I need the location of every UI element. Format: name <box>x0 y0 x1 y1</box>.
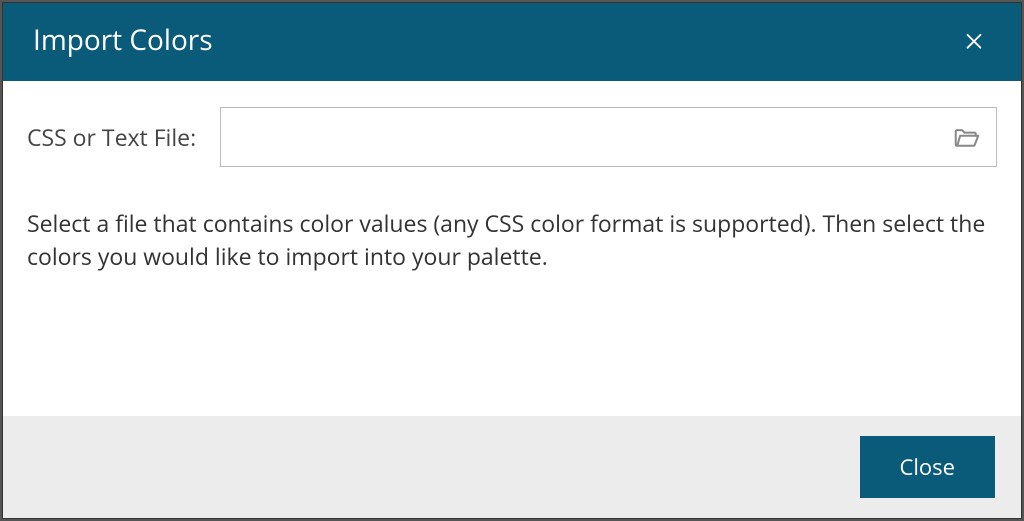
close-icon[interactable] <box>955 25 993 55</box>
import-colors-dialog: Import Colors CSS or Text File: Select a… <box>2 2 1022 519</box>
file-input[interactable] <box>220 107 997 167</box>
file-row: CSS or Text File: <box>27 107 997 167</box>
folder-open-icon[interactable] <box>952 122 982 152</box>
file-input-label: CSS or Text File: <box>27 121 196 153</box>
dialog-title: Import Colors <box>33 21 213 59</box>
dialog-footer: Close <box>3 416 1021 518</box>
close-button[interactable]: Close <box>860 436 995 498</box>
instructions-text: Select a file that contains color values… <box>27 207 997 274</box>
dialog-body: CSS or Text File: Select a file that con… <box>3 81 1021 416</box>
dialog-header: Import Colors <box>3 3 1021 81</box>
